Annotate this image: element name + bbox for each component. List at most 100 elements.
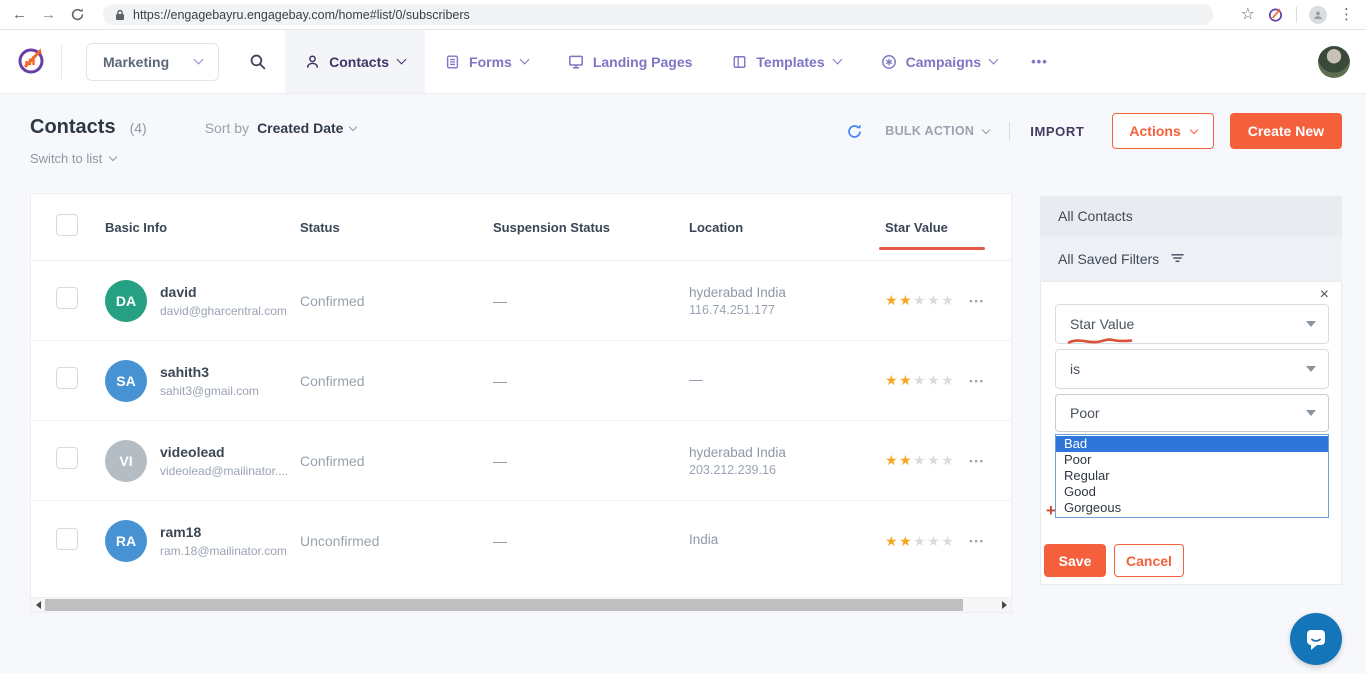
bulk-action-button[interactable]: BULK ACTION: [885, 124, 989, 138]
nav-item-templates[interactable]: Templates: [712, 30, 860, 93]
all-contacts-item[interactable]: All Contacts: [1040, 196, 1342, 236]
filter-field-dropdown[interactable]: Star Value: [1055, 304, 1329, 344]
star-empty-icon[interactable]: ★: [941, 533, 955, 549]
row-menu-icon[interactable]: •••: [969, 536, 984, 546]
browser-profile-icon[interactable]: [1309, 6, 1327, 24]
chat-icon: [1303, 626, 1329, 652]
bookmark-star-icon[interactable]: ☆: [1241, 7, 1255, 23]
sort-by-select[interactable]: Created Date: [257, 120, 356, 136]
nav-item-campaigns[interactable]: Campaigns: [861, 30, 1017, 93]
import-button[interactable]: IMPORT: [1030, 124, 1084, 139]
listbox-option[interactable]: Good: [1056, 484, 1328, 500]
switch-to-list-button[interactable]: Switch to list: [30, 151, 116, 166]
star-empty-icon[interactable]: ★: [941, 452, 955, 468]
search-icon[interactable]: [249, 53, 267, 71]
row-menu-icon[interactable]: •••: [969, 296, 984, 306]
star-empty-icon[interactable]: ★: [927, 452, 941, 468]
close-icon[interactable]: ×: [1320, 287, 1329, 303]
listbox-option[interactable]: Regular: [1056, 468, 1328, 484]
star-empty-icon[interactable]: ★: [913, 533, 927, 549]
nav-item-landing-pages[interactable]: Landing Pages: [548, 30, 713, 93]
star-empty-icon[interactable]: ★: [927, 372, 941, 388]
caret-down-icon: [1306, 410, 1316, 416]
row-checkbox[interactable]: [56, 528, 78, 550]
star-empty-icon[interactable]: ★: [913, 372, 927, 388]
listbox-option[interactable]: Bad: [1056, 436, 1328, 452]
star-rating[interactable]: ★★★★★: [885, 292, 955, 309]
reload-icon[interactable]: [70, 7, 85, 22]
star-rating[interactable]: ★★★★★: [885, 372, 955, 389]
row-checkbox[interactable]: [56, 367, 78, 389]
star-empty-icon[interactable]: ★: [913, 452, 927, 468]
table-row[interactable]: RA ram18 ram.18@mailinator.com Unconfirm…: [31, 501, 1011, 581]
scrollbar-thumb[interactable]: [45, 599, 963, 611]
nav-label: Landing Pages: [593, 54, 693, 70]
sort-indicator: [879, 247, 985, 250]
avatar[interactable]: RA: [105, 520, 147, 562]
user-avatar[interactable]: [1318, 46, 1350, 78]
scroll-right-icon[interactable]: [997, 598, 1011, 612]
back-icon[interactable]: ←: [12, 7, 27, 22]
location: —: [689, 372, 885, 387]
chat-launcher-button[interactable]: [1290, 613, 1342, 665]
all-saved-filters-item[interactable]: All Saved Filters: [1040, 236, 1342, 281]
select-all-checkbox[interactable]: [56, 214, 78, 236]
column-basic-info[interactable]: Basic Info: [105, 220, 300, 235]
save-button[interactable]: Save: [1044, 544, 1106, 577]
table-row[interactable]: SA sahith3 sahit3@gmail.com Confirmed — …: [31, 341, 1011, 421]
nav-item-contacts[interactable]: Contacts: [285, 30, 425, 93]
extension-logo-icon[interactable]: [1267, 6, 1284, 23]
suspension-status: —: [493, 453, 689, 469]
star-filled-icon[interactable]: ★: [899, 452, 913, 468]
filter-operator-value: is: [1070, 361, 1080, 377]
person-icon: [305, 54, 320, 70]
star-empty-icon[interactable]: ★: [941, 372, 955, 388]
star-filled-icon[interactable]: ★: [885, 292, 899, 308]
workspace-select[interactable]: Marketing: [86, 43, 219, 81]
location-ip: 203.212.239.16: [689, 463, 885, 477]
star-rating[interactable]: ★★★★★: [885, 533, 955, 550]
avatar[interactable]: VI: [105, 440, 147, 482]
nav-item-forms[interactable]: Forms: [425, 30, 548, 93]
forward-icon[interactable]: →: [41, 7, 56, 22]
engagebay-logo-icon[interactable]: [16, 44, 47, 80]
template-icon: [732, 54, 747, 70]
column-location[interactable]: Location: [689, 220, 885, 235]
column-star-value[interactable]: Star Value: [885, 220, 1011, 235]
star-empty-icon[interactable]: ★: [913, 292, 927, 308]
avatar[interactable]: DA: [105, 280, 147, 322]
url-bar[interactable]: https://engagebayru.engagebay.com/home#l…: [103, 4, 1213, 25]
row-checkbox[interactable]: [56, 447, 78, 469]
filter-value-select[interactable]: Poor: [1055, 394, 1329, 432]
avatar[interactable]: SA: [105, 360, 147, 402]
row-checkbox[interactable]: [56, 287, 78, 309]
star-filled-icon[interactable]: ★: [899, 533, 913, 549]
star-filled-icon[interactable]: ★: [885, 452, 899, 468]
column-status[interactable]: Status: [300, 220, 493, 235]
scroll-left-icon[interactable]: [31, 598, 45, 612]
star-filled-icon[interactable]: ★: [899, 292, 913, 308]
row-menu-icon[interactable]: •••: [969, 376, 984, 386]
column-suspension-status[interactable]: Suspension Status: [493, 220, 689, 235]
actions-button[interactable]: Actions: [1112, 113, 1213, 149]
form-icon: [445, 54, 460, 70]
filter-operator-dropdown[interactable]: is: [1055, 349, 1329, 389]
row-menu-icon[interactable]: •••: [969, 456, 984, 466]
listbox-option[interactable]: Gorgeous: [1056, 500, 1328, 516]
star-empty-icon[interactable]: ★: [927, 292, 941, 308]
star-empty-icon[interactable]: ★: [927, 533, 941, 549]
create-new-button[interactable]: Create New: [1230, 113, 1342, 149]
star-filled-icon[interactable]: ★: [885, 533, 899, 549]
table-row[interactable]: DA david david@gharcentral.com Confirmed…: [31, 261, 1011, 341]
browser-menu-icon[interactable]: ⋮: [1339, 7, 1354, 22]
star-filled-icon[interactable]: ★: [899, 372, 913, 388]
star-filled-icon[interactable]: ★: [885, 372, 899, 388]
refresh-icon[interactable]: [846, 123, 863, 140]
table-row[interactable]: VI videolead videolead@mailinator.... Co…: [31, 421, 1011, 501]
star-empty-icon[interactable]: ★: [941, 292, 955, 308]
horizontal-scrollbar[interactable]: [31, 597, 1011, 612]
nav-more-button[interactable]: •••: [1017, 30, 1062, 93]
listbox-option[interactable]: Poor: [1056, 452, 1328, 468]
star-rating[interactable]: ★★★★★: [885, 452, 955, 469]
cancel-button[interactable]: Cancel: [1114, 544, 1184, 577]
